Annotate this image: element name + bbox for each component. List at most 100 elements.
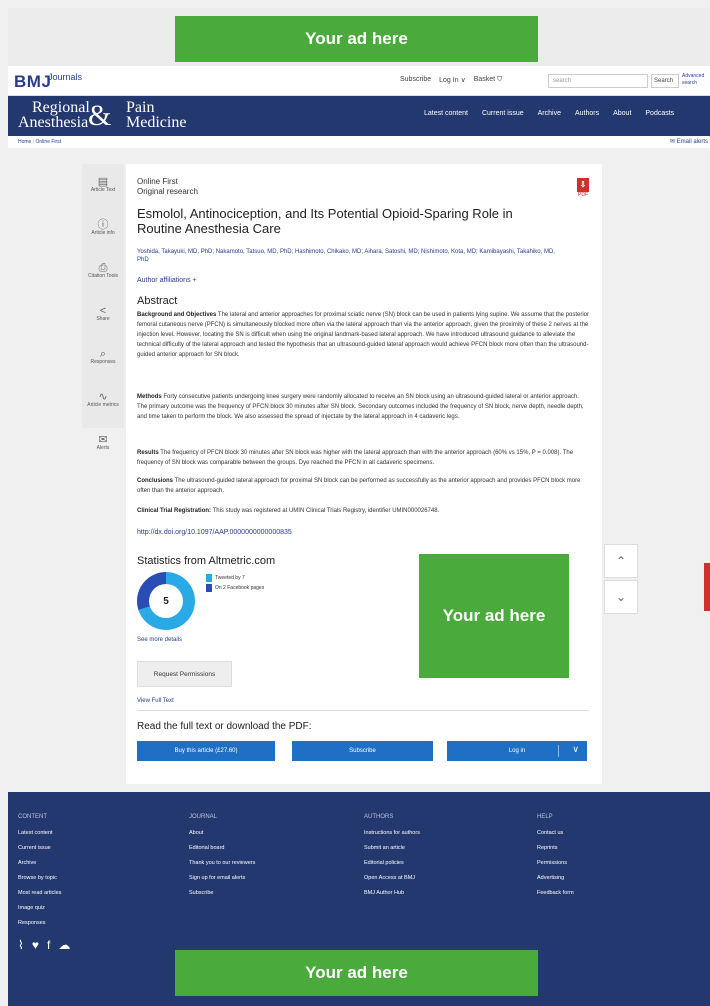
article-authors[interactable]: Yoshida, Takayuki, MD, PhD; Nakamoto, Ta… (137, 248, 557, 264)
footer-link[interactable]: Instructions for authors (364, 826, 420, 841)
pdf-label: PDF (578, 192, 588, 198)
chevron-down-icon[interactable]: ∨ (572, 744, 579, 755)
bmj-logo[interactable]: BMJ (14, 72, 51, 92)
footer-link[interactable]: Permissions (537, 856, 574, 871)
altmetric-heading: Statistics from Altmetric.com (137, 555, 276, 567)
chevron-down-icon: ∨ (460, 77, 466, 84)
footer-link[interactable]: Thank you to our reviewers (189, 856, 255, 871)
nav-latest-content[interactable]: Latest content (424, 110, 468, 117)
subscribe-button[interactable]: Subscribe (292, 741, 433, 761)
scroll-down-button[interactable]: ⌄ (604, 580, 638, 614)
footer-link[interactable]: Feedback form (537, 886, 574, 901)
altmetric-facebook-stat: On 2 Facebook pages (206, 584, 264, 592)
soundcloud-icon[interactable]: ☁ (58, 938, 78, 952)
metrics-icon: ∿ (98, 390, 108, 403)
footer-link[interactable]: Browse by topic (18, 871, 61, 886)
responses-icon: ⌕ (99, 347, 107, 360)
subscribe-link[interactable]: Subscribe (400, 76, 431, 84)
footer-link[interactable]: Submit an article (364, 841, 420, 856)
breadcrumb-online-first[interactable]: Online First (36, 139, 62, 145)
main-nav: Latest content Current issue Archive Aut… (424, 110, 674, 117)
abstract-conclusions: Conclusions The ultrasound-guided latera… (137, 478, 581, 494)
sidebar-item-alerts[interactable]: ✉ Alerts (82, 422, 124, 465)
article-type: Original research (137, 187, 198, 196)
footer-help-column: HELP Contact us Reprints Permissions Adv… (537, 812, 574, 901)
journal-title-left[interactable]: Regional Anesthesia (18, 100, 90, 131)
footer-link[interactable]: Contact us (537, 826, 574, 841)
read-full-text-heading: Read the full text or download the PDF: (137, 721, 312, 732)
sidebar-item-article-info[interactable]: ⓘ Article info (82, 207, 124, 250)
nav-current-issue[interactable]: Current issue (482, 110, 524, 117)
journal-ampersand: & (88, 99, 112, 132)
footer-link[interactable]: BMJ Author Hub (364, 886, 420, 901)
basket-link[interactable]: Basket ⛉ (474, 76, 503, 84)
nav-authors[interactable]: Authors (575, 110, 599, 117)
footer-link[interactable]: Editorial policies (364, 856, 420, 871)
top-ad-banner[interactable]: Your ad here (175, 16, 538, 62)
abstract-results: Results The frequency of PFCN block 30 m… (137, 450, 574, 466)
footer-authors-column: AUTHORS Instructions for authors Submit … (364, 812, 420, 901)
footer-link[interactable]: Editorial board (189, 841, 255, 856)
footer-link[interactable]: About (189, 826, 255, 841)
article-meta: Online First Original research (137, 177, 198, 197)
search-input[interactable]: search (548, 74, 648, 88)
article-sidebar: ▤ Article Text ⓘ Article info ⎙ Citation To… (82, 164, 124, 451)
email-alerts-link[interactable]: ✉ Email alerts (670, 138, 708, 145)
see-more-details-link[interactable]: See more details (137, 637, 182, 643)
article-card: Online First Original research ⇩ PDF Esm… (126, 164, 602, 784)
chevron-up-icon: ⌃ (615, 554, 627, 568)
footer-link[interactable]: Reprints (537, 841, 574, 856)
social-links: ⌇♥f☁ (18, 938, 78, 952)
mail-icon: ✉ (98, 433, 108, 446)
sidebar-item-citation-tools[interactable]: ⎙ Citation Tools (82, 250, 124, 293)
search-button[interactable]: Search (651, 74, 679, 88)
chevron-down-icon: ⌄ (615, 590, 627, 604)
twitter-swatch (206, 574, 212, 582)
nav-podcasts[interactable]: Podcasts (645, 110, 674, 117)
doi-link[interactable]: http://dx.doi.org/10.1097/AAP.0000000000… (137, 529, 292, 536)
login-button[interactable]: Log in ∨ (447, 741, 587, 761)
feedback-tab[interactable] (704, 563, 710, 611)
view-full-text-link[interactable]: View Full Text (137, 698, 174, 704)
footer-link[interactable]: Latest content (18, 826, 61, 841)
footer-link[interactable]: Responses (18, 916, 61, 931)
twitter-icon[interactable]: ♥ (32, 938, 47, 952)
sidebar-item-share[interactable]: < Share (82, 293, 124, 336)
nav-about[interactable]: About (613, 110, 631, 117)
breadcrumb-home[interactable]: Home (18, 139, 31, 145)
bottom-ad-banner[interactable]: Your ad here (175, 950, 538, 996)
footer-link[interactable]: Advertising (537, 871, 574, 886)
advanced-search-link[interactable]: Advanced search (682, 73, 708, 87)
footer-link[interactable]: Image quiz (18, 901, 61, 916)
footer-link[interactable]: Subscribe (189, 886, 255, 901)
scroll-up-button[interactable]: ⌃ (604, 544, 638, 578)
altmetric-donut[interactable]: 5 (137, 572, 195, 630)
author-affiliations-toggle[interactable]: Author affiliations + (137, 277, 197, 284)
footer-link[interactable]: Archive (18, 856, 61, 871)
footer-link[interactable]: Most read articles (18, 886, 61, 901)
footer-link[interactable]: Current issue (18, 841, 61, 856)
login-link[interactable]: Log In ∨ (439, 76, 466, 84)
request-permissions-button[interactable]: Request Permissions (137, 661, 232, 687)
altmetric-twitter-stat: Tweeted by 7 (206, 574, 245, 582)
sidebar-item-article-metrics[interactable]: ∿ Article metrics (82, 379, 124, 422)
footer-link[interactable]: Sign up for email alerts (189, 871, 255, 886)
buy-article-button[interactable]: Buy this article (£27.60) (137, 741, 275, 761)
document-icon: ▤ (97, 175, 109, 188)
pdf-icon: ⇩ (577, 178, 589, 192)
share-icon: < (99, 304, 107, 317)
sidebar-item-responses[interactable]: ⌕ Responses (82, 336, 124, 379)
pdf-download[interactable]: ⇩ PDF (575, 178, 591, 198)
nav-archive[interactable]: Archive (538, 110, 561, 117)
sidebar-item-article-text[interactable]: ▤ Article Text (82, 164, 124, 207)
trial-registration: Clinical Trial Registration: This study … (137, 508, 440, 514)
facebook-icon[interactable]: f (47, 938, 58, 952)
middle-ad-banner[interactable]: Your ad here (419, 554, 569, 678)
article-title: Esmolol, Antinociception, and Its Potent… (137, 206, 513, 236)
rss-icon[interactable]: ⌇ (18, 938, 32, 952)
journal-header: Regional Anesthesia & Pain Medicine Late… (8, 96, 710, 136)
footer-link[interactable]: Open Access at BMJ (364, 871, 420, 886)
top-bar: BMJ Journals Subscribe Log In ∨ Basket ⛉… (8, 66, 710, 96)
account-links: Subscribe Log In ∨ Basket ⛉ (400, 76, 502, 84)
journal-title-right[interactable]: Pain Medicine (126, 100, 186, 131)
